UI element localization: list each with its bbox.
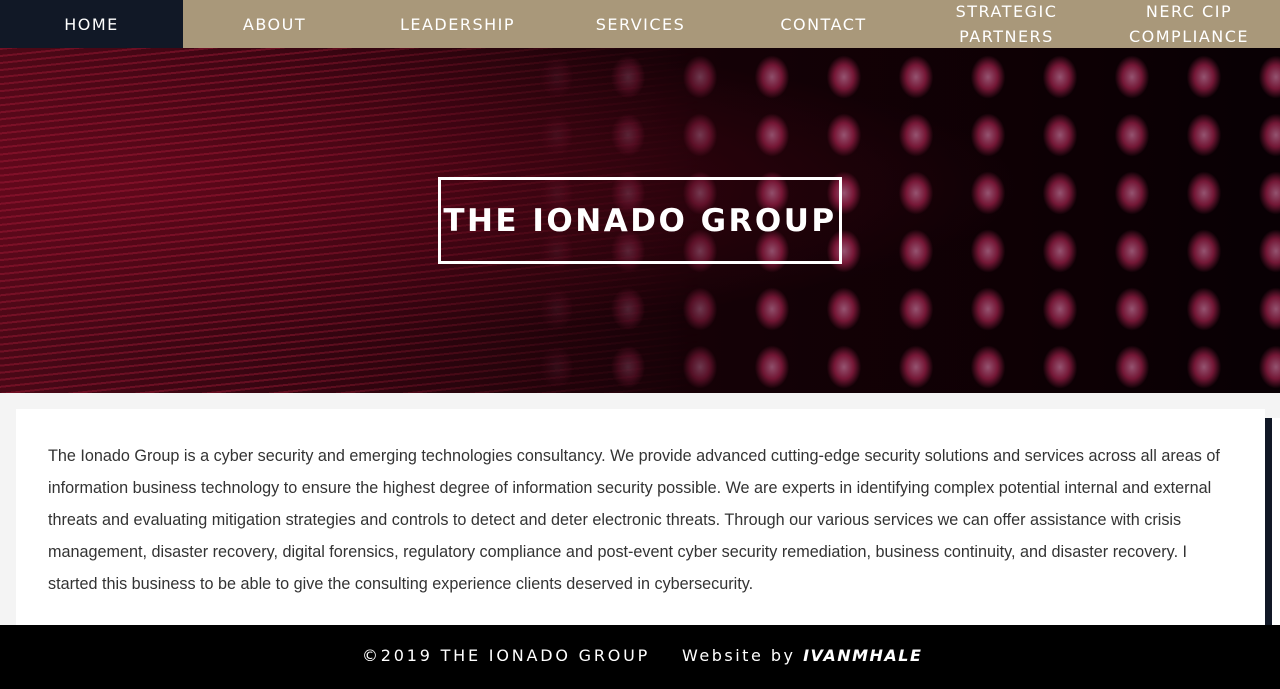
nav-item-home[interactable]: HOME xyxy=(0,0,183,48)
nav-item-strategic-partners[interactable]: STRATEGIC PARTNERS xyxy=(915,0,1098,48)
hero-banner: THE IONADO GROUP xyxy=(0,48,1280,393)
hero-title-frame: THE IONADO GROUP xyxy=(438,177,842,264)
nav-item-leadership[interactable]: LEADERSHIP xyxy=(366,0,549,48)
side-scroll-strip xyxy=(1265,418,1280,625)
footer-credit-author-link[interactable]: IVANMHALE xyxy=(803,646,922,665)
nav-item-nerc-cip-compliance[interactable]: NERC CIP COMPLIANCE xyxy=(1098,0,1280,48)
nav-item-contact[interactable]: CONTACT xyxy=(732,0,915,48)
site-footer: ©2019 THE IONADO GROUP Website by IVANMH… xyxy=(0,625,1280,689)
footer-credit-prefix: Website by xyxy=(682,646,804,665)
about-section: The Ionado Group is a cyber security and… xyxy=(16,409,1265,625)
footer-credit: Website by IVANMHALE xyxy=(682,646,922,665)
about-paragraph: The Ionado Group is a cyber security and… xyxy=(48,447,1220,593)
nav-item-services[interactable]: SERVICES xyxy=(549,0,732,48)
main-navigation: HOME ABOUT LEADERSHIP SERVICES CONTACT S… xyxy=(0,0,1280,48)
nav-item-about[interactable]: ABOUT xyxy=(183,0,366,48)
side-scroll-strip-fill xyxy=(1265,418,1272,625)
footer-copyright: ©2019 THE IONADO GROUP xyxy=(362,646,651,665)
hero-title: THE IONADO GROUP xyxy=(443,202,837,239)
